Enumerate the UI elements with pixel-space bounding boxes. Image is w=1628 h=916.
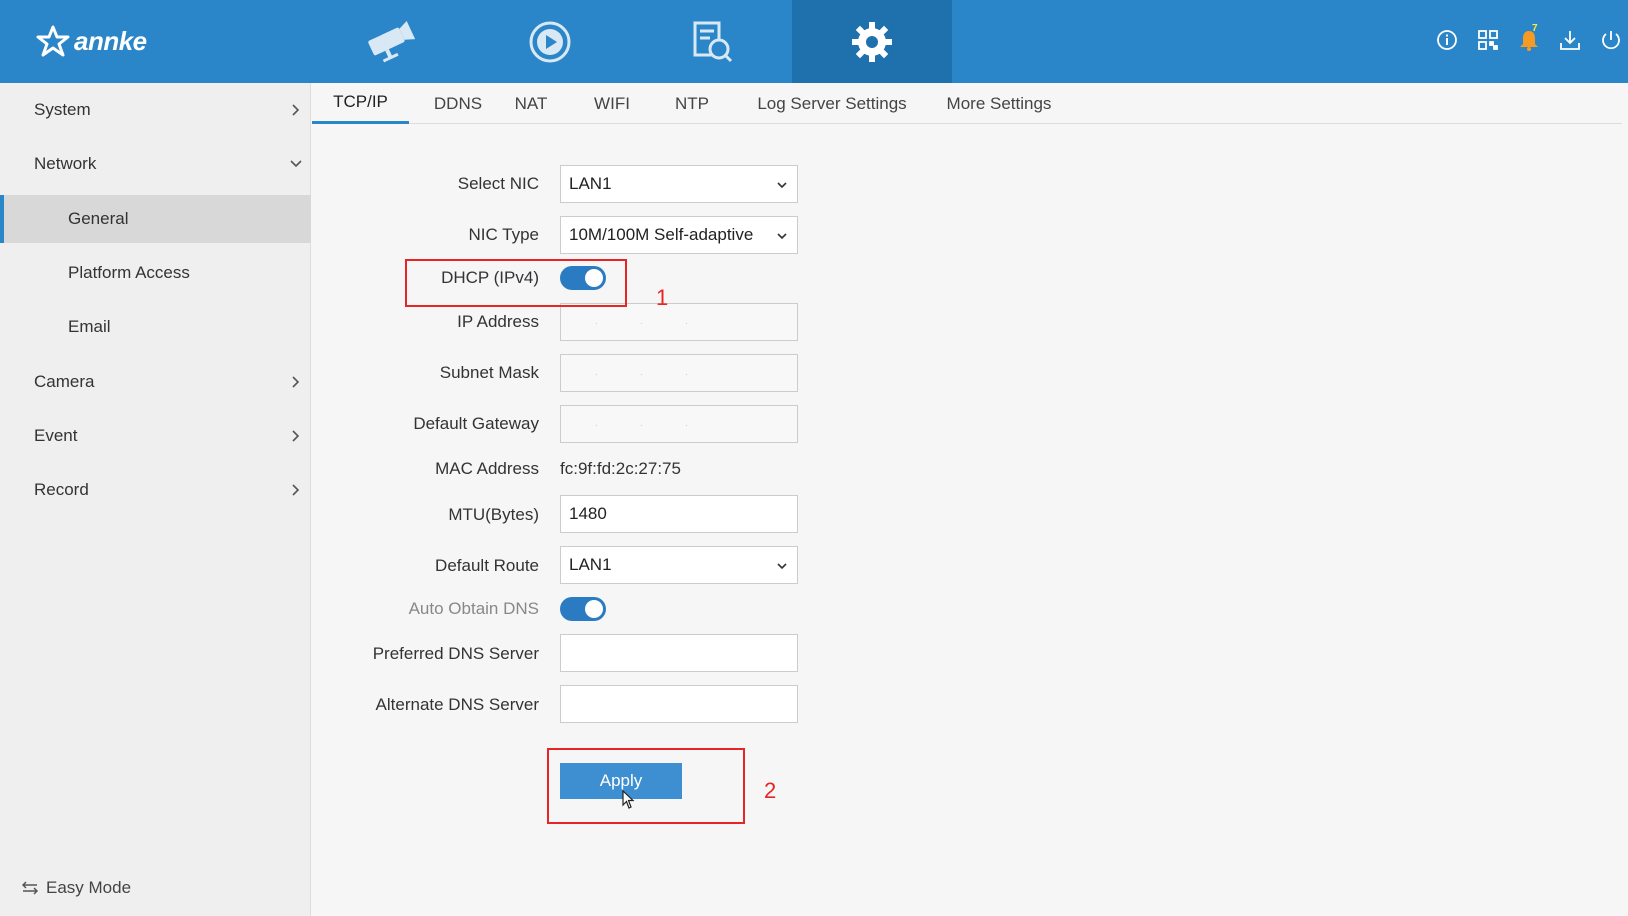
tab-ntp[interactable]: NTP: [670, 83, 714, 124]
default-route-dropdown[interactable]: LAN1: [560, 546, 798, 584]
sidebar-item-general[interactable]: General: [0, 195, 311, 243]
annotation-number-1: 1: [656, 285, 669, 310]
ip-address-label: IP Address: [457, 312, 539, 331]
mtu-value: 1480: [569, 504, 607, 523]
chevron-right-icon: [292, 104, 300, 116]
annotation-number-2: 2: [764, 778, 777, 803]
tab-tcp-ip[interactable]: TCP/IP: [312, 83, 409, 124]
sidebar-item-label: Event: [34, 426, 78, 445]
qr-code-icon[interactable]: [1474, 24, 1501, 56]
tab-nat[interactable]: NAT: [510, 83, 552, 124]
chevron-right-icon: [292, 484, 300, 496]
brand-name: annke: [74, 25, 147, 56]
tab-ddns[interactable]: DDNS: [426, 83, 490, 124]
default-route-label: Default Route: [435, 556, 539, 575]
annotation-box-dhcp: [405, 259, 627, 307]
toggle-knob: [585, 600, 603, 618]
sidebar-item-system[interactable]: System: [0, 86, 311, 134]
mtu-input[interactable]: 1480: [560, 495, 798, 533]
power-icon[interactable]: [1597, 24, 1624, 56]
sidebar-item-label: Platform Access: [68, 263, 190, 282]
info-icon[interactable]: [1433, 24, 1460, 56]
brand-logo: annke: [36, 20, 147, 62]
mac-address-value: fc:9f:fd:2c:27:75: [560, 459, 681, 478]
sidebar-item-label: Record: [34, 480, 89, 499]
nav-live-view[interactable]: [310, 0, 470, 83]
nav-configuration[interactable]: [792, 0, 952, 83]
tab-log-server-settings[interactable]: Log Server Settings: [747, 83, 917, 124]
select-nic-label: Select NIC: [457, 174, 539, 193]
notification-count: 7: [1532, 23, 1538, 34]
easy-mode-button[interactable]: Easy Mode: [22, 878, 131, 898]
nav-search[interactable]: [632, 0, 792, 83]
auto-dns-toggle[interactable]: [560, 597, 606, 621]
sidebar-item-camera[interactable]: Camera: [0, 358, 311, 406]
camera-icon: [368, 20, 416, 62]
sidebar-item-label: Camera: [34, 372, 95, 391]
preferred-dns-input[interactable]: [560, 634, 798, 672]
sidebar-item-label: Network: [34, 154, 97, 173]
chevron-right-icon: [292, 376, 300, 388]
default-route-value: LAN1: [569, 555, 612, 574]
gear-icon: [852, 21, 892, 62]
chevron-down-icon: [777, 182, 787, 189]
ip-address-field[interactable]: ...: [560, 303, 798, 341]
auto-dns-label: Auto Obtain DNS: [408, 599, 539, 618]
sidebar-item-platform-access[interactable]: Platform Access: [0, 249, 311, 297]
nic-type-value: 10M/100M Self-adaptive: [569, 225, 754, 244]
sidebar-item-network[interactable]: Network: [0, 140, 311, 188]
nav-playback[interactable]: [470, 0, 630, 83]
notification-bell-icon[interactable]: 7: [1515, 23, 1542, 56]
sidebar-item-event[interactable]: Event: [0, 412, 311, 460]
chevron-down-icon: [290, 160, 302, 168]
mac-address-label: MAC Address: [435, 459, 539, 478]
file-search-icon: [693, 21, 733, 62]
mtu-label: MTU(Bytes): [448, 505, 539, 524]
easy-mode-label: Easy Mode: [46, 878, 132, 897]
network-tabs: TCP/IP DDNS NAT WIFI NTP Log Server Sett…: [312, 83, 1622, 124]
tab-more-settings[interactable]: More Settings: [938, 83, 1060, 124]
select-nic-dropdown[interactable]: LAN1: [560, 165, 798, 203]
chevron-right-icon: [292, 430, 300, 442]
default-gateway-label: Default Gateway: [413, 414, 539, 433]
play-circle-icon: [529, 21, 571, 62]
sidebar: System Network General Platform Access E…: [0, 83, 311, 916]
preferred-dns-label: Preferred DNS Server: [372, 644, 539, 663]
subnet-mask-label: Subnet Mask: [439, 363, 539, 382]
annke-logo-icon: [36, 25, 70, 57]
switch-arrows-icon: [22, 881, 38, 895]
alternate-dns-input[interactable]: [560, 685, 798, 723]
sidebar-item-email[interactable]: Email: [0, 303, 311, 351]
annotation-box-apply: [547, 748, 745, 824]
nic-type-label: NIC Type: [468, 225, 539, 244]
top-bar: annke 7: [0, 0, 1628, 83]
sidebar-item-label: System: [34, 100, 91, 119]
default-gateway-field[interactable]: ...: [560, 405, 798, 443]
select-nic-value: LAN1: [569, 174, 612, 193]
tab-wifi[interactable]: WIFI: [591, 83, 633, 124]
sidebar-item-label: General: [68, 209, 129, 228]
alternate-dns-label: Alternate DNS Server: [375, 695, 539, 714]
mouse-cursor-icon: [622, 790, 635, 809]
chevron-down-icon: [777, 563, 787, 570]
sidebar-item-record[interactable]: Record: [0, 466, 311, 514]
subnet-mask-field[interactable]: ...: [560, 354, 798, 392]
chevron-down-icon: [777, 233, 787, 240]
top-right-icons: 7: [1433, 23, 1624, 56]
download-icon[interactable]: [1556, 24, 1583, 56]
sidebar-item-label: Email: [68, 317, 111, 336]
nic-type-dropdown[interactable]: 10M/100M Self-adaptive: [560, 216, 798, 254]
